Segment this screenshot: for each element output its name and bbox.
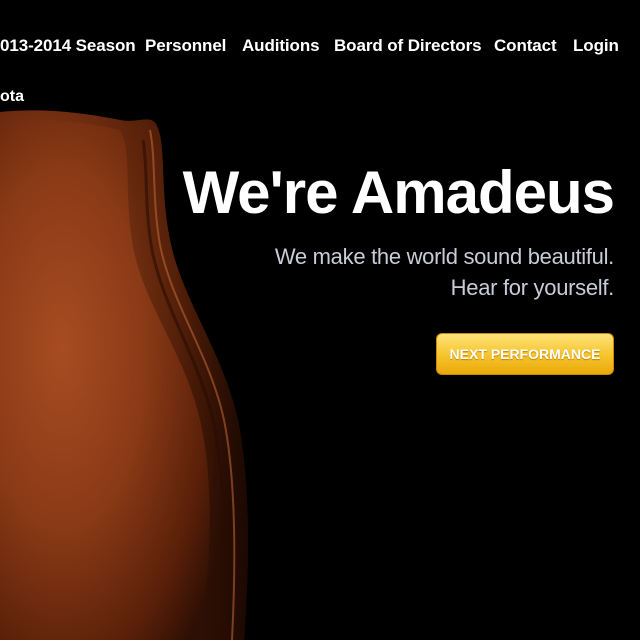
nav-item-partial[interactable]: ota <box>0 88 24 106</box>
nav-item-board-of-directors[interactable]: Board of Directors <box>334 36 482 56</box>
nav-item-auditions[interactable]: Auditions <box>242 36 320 56</box>
next-performance-button[interactable]: NEXT PERFORMANCE <box>436 333 614 375</box>
nav-item-season[interactable]: 013-2014 Season <box>0 36 136 56</box>
nav-item-personnel[interactable]: Personnel <box>145 36 226 56</box>
page-headline: We're Amadeus <box>182 159 615 226</box>
hero-section: 013-2014 Season Personnel Auditions Boar… <box>0 0 640 640</box>
main-nav: 013-2014 Season Personnel Auditions Boar… <box>0 36 640 60</box>
nav-item-contact[interactable]: Contact <box>494 36 557 56</box>
tagline-line-1: We make the world sound beautiful. <box>274 244 614 269</box>
nav-item-login[interactable]: Login <box>573 36 619 56</box>
violin-image <box>0 110 248 640</box>
tagline-line-2: Hear for yourself. <box>450 275 615 300</box>
